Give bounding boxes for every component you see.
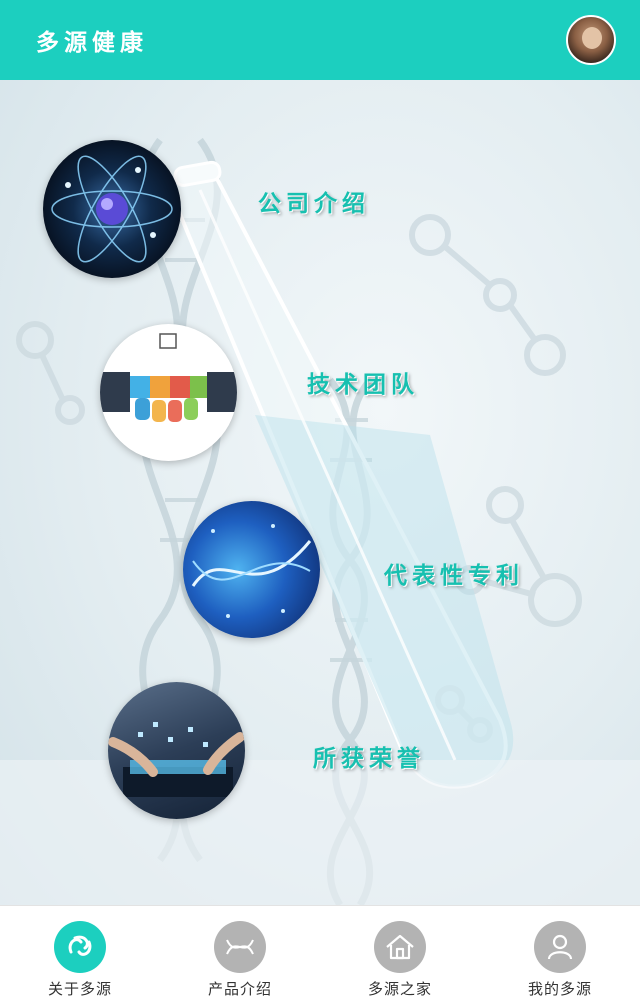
nav-label: 关于多源 bbox=[47, 980, 112, 998]
main-content: 公司介绍 技术团队 代表性专利 所获荣誉 bbox=[0, 80, 640, 905]
nav-label: 多源之家 bbox=[367, 980, 432, 998]
nav-label: 产品介绍 bbox=[207, 980, 272, 998]
app-title: 多源健康 bbox=[36, 30, 148, 56]
app-header: 多源健康 bbox=[0, 0, 640, 80]
about-icon bbox=[54, 921, 106, 973]
nav-item-about[interactable]: 关于多源 bbox=[0, 906, 160, 1008]
nav-label: 我的多源 bbox=[527, 980, 592, 998]
menu-label: 所获荣誉 bbox=[313, 746, 425, 772]
home-icon bbox=[374, 921, 426, 973]
menu-label: 代表性专利 bbox=[384, 563, 524, 589]
nav-item-products[interactable]: 产品介绍 bbox=[160, 906, 320, 1008]
nav-item-home[interactable]: 多源之家 bbox=[320, 906, 480, 1008]
nav-item-profile[interactable]: 我的多源 bbox=[480, 906, 640, 1008]
menu-label: 公司介绍 bbox=[258, 191, 370, 217]
menu-label: 技术团队 bbox=[307, 372, 419, 398]
bottom-nav: 关于多源 产品介绍 多源之家 我的多源 bbox=[0, 905, 640, 1008]
handshake-icon bbox=[100, 324, 237, 461]
user-avatar-icon[interactable] bbox=[566, 15, 616, 65]
tablet-icon bbox=[108, 682, 245, 819]
atom-icon bbox=[43, 140, 181, 278]
profile-icon bbox=[534, 921, 586, 973]
dna-icon bbox=[183, 501, 320, 638]
product-icon bbox=[214, 921, 266, 973]
